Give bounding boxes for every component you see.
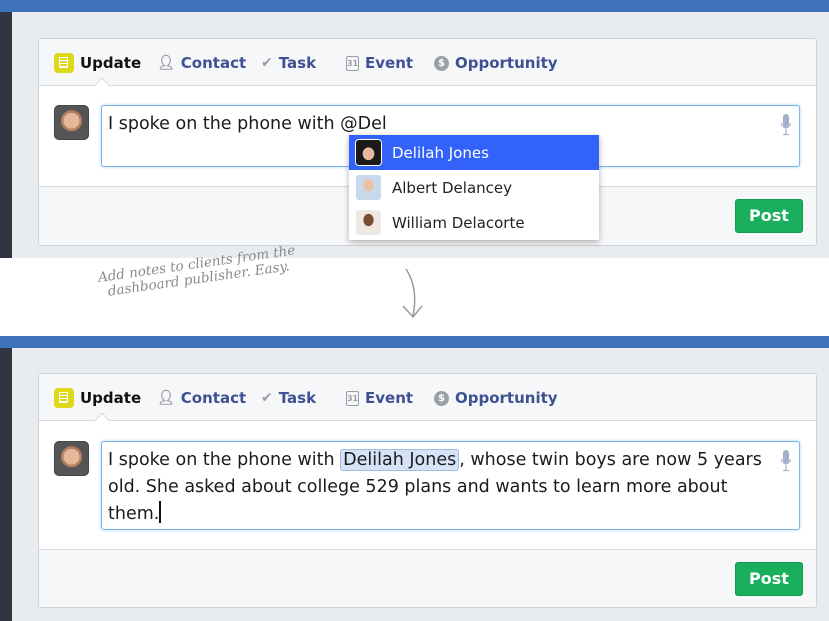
- sidebar-edge: [0, 12, 12, 258]
- suggestion-william-delacorte[interactable]: William Delacorte: [349, 205, 599, 240]
- calendar-icon: 31: [346, 55, 359, 71]
- tab-opportunity[interactable]: $ Opportunity: [434, 387, 558, 409]
- tab-opportunity[interactable]: $ Opportunity: [434, 52, 558, 74]
- tab-task[interactable]: ✔ Task: [261, 52, 316, 74]
- tab-event[interactable]: 31 Event: [346, 387, 413, 409]
- post-text: I spoke on the phone with: [108, 450, 341, 470]
- avatar: [356, 175, 381, 200]
- tab-update[interactable]: Update: [54, 52, 141, 74]
- publisher-tabs: Update 👤︎ Contact ✔ Task 31 Event $ Opportun…: [39, 374, 816, 421]
- tab-label: Opportunity: [455, 389, 558, 407]
- calendar-icon: 31: [346, 390, 359, 406]
- dollar-coin-icon: $: [434, 390, 449, 406]
- sidebar-edge: [0, 348, 12, 621]
- suggestion-albert-delancey[interactable]: Albert Delancey: [349, 170, 599, 205]
- publisher-footer: Post: [39, 549, 816, 607]
- post-text-input[interactable]: I spoke on the phone with Delilah Jones,…: [101, 441, 800, 530]
- post-button[interactable]: Post: [735, 199, 803, 233]
- top-nav-bar: [0, 0, 829, 12]
- checkmark-icon: ✔: [261, 55, 273, 71]
- user-avatar: [54, 441, 89, 476]
- tab-task[interactable]: ✔ Task: [261, 387, 316, 409]
- post-text: I spoke on the phone with @Del: [108, 114, 387, 134]
- tab-contact[interactable]: 👤︎ Contact: [157, 387, 246, 409]
- user-avatar: [54, 105, 89, 140]
- tab-update[interactable]: Update: [54, 387, 141, 409]
- suggestion-delilah-jones[interactable]: Delilah Jones: [349, 135, 599, 170]
- suggestion-name: Delilah Jones: [392, 143, 489, 162]
- tab-label: Update: [80, 389, 142, 407]
- publisher-tabs: Update 👤︎ Contact ✔ Task 31 Event $ Opportun…: [39, 39, 816, 86]
- top-nav-bar: [0, 336, 829, 348]
- publisher-after: Update 👤︎ Contact ✔ Task 31 Event $ Opportun…: [0, 336, 829, 621]
- update-note-icon: [54, 53, 74, 73]
- publisher-card: Update 👤︎ Contact ✔ Task 31 Event $ Opportun…: [38, 373, 817, 608]
- person-icon: 👤︎: [157, 390, 175, 406]
- tab-label: Event: [365, 389, 414, 407]
- publisher-before: Update 👤︎ Contact ✔ Task 31 Event $ Opportun…: [0, 0, 829, 258]
- publisher-card: Update 👤︎ Contact ✔ Task 31 Event $ Opportun…: [38, 38, 817, 246]
- update-note-icon: [54, 388, 74, 408]
- post-button[interactable]: Post: [735, 562, 803, 596]
- tab-label: Task: [278, 54, 317, 72]
- tab-label: Event: [365, 54, 414, 72]
- tab-label: Opportunity: [455, 54, 558, 72]
- avatar: [356, 140, 381, 165]
- text-cursor: [159, 501, 161, 523]
- mention-tag[interactable]: Delilah Jones: [340, 449, 460, 471]
- microphone-icon[interactable]: [781, 114, 791, 136]
- tab-label: Contact: [180, 54, 247, 72]
- checkmark-icon: ✔: [261, 390, 273, 406]
- suggestion-name: William Delacorte: [392, 213, 525, 232]
- suggestion-name: Albert Delancey: [392, 178, 512, 197]
- microphone-icon[interactable]: [781, 450, 791, 472]
- tab-label: Update: [80, 54, 142, 72]
- down-arrow-icon: [402, 268, 423, 319]
- person-icon: 👤︎: [157, 55, 175, 71]
- tab-contact[interactable]: 👤︎ Contact: [157, 52, 246, 74]
- avatar: [356, 210, 381, 235]
- mention-suggestions: Delilah Jones Albert Delancey William De…: [349, 135, 599, 240]
- tab-label: Contact: [180, 389, 247, 407]
- tab-event[interactable]: 31 Event: [346, 52, 413, 74]
- tab-label: Task: [278, 389, 317, 407]
- dollar-coin-icon: $: [434, 55, 449, 71]
